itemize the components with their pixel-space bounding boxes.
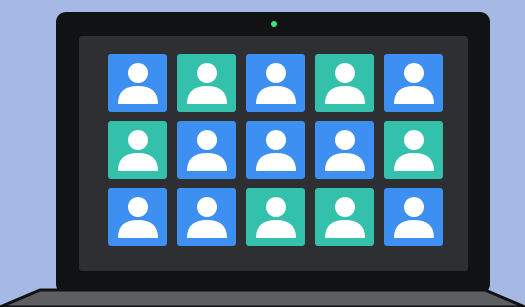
participant-tile[interactable] [384,121,443,179]
person-silhouette-icon [117,197,158,238]
participant-tile[interactable] [177,54,236,112]
participant-tile[interactable] [108,188,167,246]
participant-tile[interactable] [315,121,374,179]
participant-grid [108,54,443,246]
participant-tile[interactable] [108,54,167,112]
participant-tile[interactable] [108,121,167,179]
person-silhouette-icon [255,130,296,171]
person-silhouette-icon [186,197,227,238]
participant-tile[interactable] [384,54,443,112]
video-call-illustration [0,0,525,307]
person-silhouette-icon [117,130,158,171]
person-silhouette-icon [393,197,434,238]
person-silhouette-icon [393,63,434,104]
person-silhouette-icon [393,130,434,171]
webcam-indicator [271,21,277,27]
person-silhouette-icon [324,130,365,171]
person-silhouette-icon [324,63,365,104]
participant-tile[interactable] [177,188,236,246]
participant-tile[interactable] [315,188,374,246]
person-silhouette-icon [255,63,296,104]
person-silhouette-icon [186,63,227,104]
laptop-lid [56,12,490,294]
participant-tile[interactable] [246,54,305,112]
participant-tile[interactable] [315,54,374,112]
person-silhouette-icon [186,130,227,171]
laptop-base [0,288,525,307]
participant-tile[interactable] [177,121,236,179]
laptop-screen [79,36,468,271]
person-silhouette-icon [117,63,158,104]
person-silhouette-icon [255,197,296,238]
participant-tile[interactable] [246,188,305,246]
participant-tile[interactable] [384,188,443,246]
participant-tile[interactable] [246,121,305,179]
person-silhouette-icon [324,197,365,238]
